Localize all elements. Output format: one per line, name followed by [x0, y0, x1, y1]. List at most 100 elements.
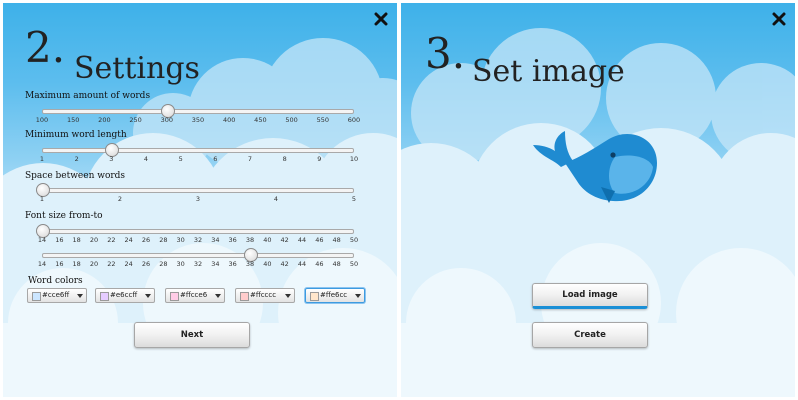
- color-picker[interactable]: #ffe6cc: [305, 288, 365, 303]
- tick-label: 26: [141, 236, 151, 244]
- tick-label: 18: [72, 236, 81, 244]
- tick-label: 38: [245, 236, 255, 244]
- tick-label: 36: [228, 260, 237, 268]
- tick-label: 500: [285, 116, 298, 124]
- tick-label: 300: [160, 116, 174, 124]
- color-swatch: [240, 292, 249, 301]
- chevron-down-icon: [77, 294, 83, 298]
- tick-label: 50: [349, 236, 359, 244]
- color-value: #ffcce6: [180, 291, 208, 299]
- chevron-down-icon: [145, 294, 151, 298]
- tick-label: 9: [317, 155, 322, 163]
- tick-label: 200: [98, 116, 111, 124]
- load-image-button[interactable]: Load image: [532, 283, 648, 309]
- tick-label: 550: [316, 116, 330, 124]
- tick-label: 22: [107, 260, 116, 268]
- color-picker[interactable]: #cce6ff: [27, 288, 87, 303]
- color-picker[interactable]: #ffcce6: [165, 288, 225, 303]
- word-colors-row: #cce6ff #e6ccff #ffcce6 #ffcccc #ffe6cc: [25, 288, 375, 304]
- tick-label: 20: [89, 260, 99, 268]
- color-swatch: [32, 292, 41, 301]
- color-picker[interactable]: #e6ccff: [95, 288, 155, 303]
- max-words-label: Maximum amount of words: [25, 91, 151, 101]
- color-value: #e6ccff: [110, 291, 138, 299]
- space-between-words-label: Space between words: [25, 171, 126, 181]
- color-value: #cce6ff: [42, 291, 70, 299]
- tick-label: 7: [247, 155, 253, 163]
- tick-label: 100: [35, 116, 49, 124]
- tick-label: 20: [89, 236, 99, 244]
- image-panel: 3. Set image Load image Create: [401, 3, 795, 397]
- tick-label: 16: [55, 260, 64, 268]
- tick-label: 22: [107, 236, 116, 244]
- tick-label: 16: [55, 236, 64, 244]
- tick-label: 5: [178, 155, 183, 163]
- tick-label: 3: [109, 155, 114, 163]
- tick-label: 44: [297, 260, 307, 268]
- tick-label: 42: [280, 236, 289, 244]
- min-word-length-ticks: 1 2 3 4 5 6 7 8 9 10: [39, 155, 358, 165]
- tick-label: 600: [347, 116, 361, 124]
- page-title: Settings: [74, 51, 200, 86]
- tick-label: 4: [143, 155, 149, 163]
- tick-label: 46: [315, 260, 324, 268]
- tick-label: 18: [72, 260, 81, 268]
- max-words-ticks: 100 150 200 250 300 350 400 450 500 550 600: [36, 116, 360, 126]
- chevron-down-icon: [285, 294, 291, 298]
- tick-label: 8: [282, 155, 287, 163]
- color-swatch: [100, 292, 109, 301]
- next-button[interactable]: Next: [134, 322, 250, 348]
- step-number: 3.: [425, 29, 466, 78]
- font-size-label: Font size from-to: [25, 211, 103, 221]
- tick-label: 36: [228, 236, 237, 244]
- tick-label: 1: [39, 155, 45, 163]
- tick-label: 40: [263, 260, 272, 268]
- color-swatch: [170, 292, 179, 301]
- tick-label: 48: [332, 236, 341, 244]
- tick-label: 40: [263, 236, 272, 244]
- page-title: Set image: [472, 54, 625, 89]
- tick-label: 5: [351, 195, 357, 203]
- tick-label: 46: [315, 236, 324, 244]
- color-swatch: [310, 292, 319, 301]
- font-size-to-ticks: 14 16 18 20 22 24 26 28 30 32 34 36 38 40 42 44 46 48 50: [38, 260, 358, 270]
- tick-label: 32: [193, 260, 203, 268]
- tick-label: 30: [176, 236, 185, 244]
- chevron-down-icon: [215, 294, 221, 298]
- step-number: 2.: [25, 23, 66, 72]
- tick-label: 42: [280, 260, 289, 268]
- color-picker[interactable]: #ffcccc: [235, 288, 295, 303]
- tick-label: 28: [159, 236, 168, 244]
- tick-label: 2: [74, 155, 79, 163]
- tick-label: 28: [159, 260, 168, 268]
- chevron-down-icon: [355, 294, 361, 298]
- tick-label: 350: [191, 116, 205, 124]
- tick-label: 6: [213, 155, 218, 163]
- word-colors-label: Word colors: [28, 276, 83, 286]
- tick-label: 150: [66, 116, 80, 124]
- tick-label: 3: [195, 195, 201, 203]
- tick-label: 50: [349, 260, 359, 268]
- tick-label: 34: [211, 236, 220, 244]
- tick-label: 450: [254, 116, 267, 124]
- tick-label: 34: [211, 260, 220, 268]
- tick-label: 48: [332, 260, 341, 268]
- tick-label: 32: [193, 236, 203, 244]
- tick-label: 44: [297, 236, 307, 244]
- tick-label: 14: [37, 236, 47, 244]
- whale-icon: [533, 131, 657, 203]
- tick-label: 400: [222, 116, 236, 124]
- tick-label: 38: [245, 260, 255, 268]
- min-word-length-label: Minimum word length: [25, 130, 127, 140]
- create-button[interactable]: Create: [532, 322, 648, 348]
- tick-label: 14: [37, 260, 47, 268]
- font-size-from-ticks: 14 16 18 20 22 24 26 28 30 32 34 36 38 40 42 44 46 48 50: [38, 236, 358, 246]
- close-icon[interactable]: [771, 11, 787, 27]
- tick-label: 26: [141, 260, 151, 268]
- close-icon[interactable]: [373, 11, 389, 27]
- color-value: #ffcccc: [250, 291, 277, 299]
- tick-label: 250: [129, 116, 142, 124]
- tick-label: 2: [117, 195, 123, 203]
- tick-label: 24: [124, 236, 133, 244]
- tick-label: 4: [273, 195, 279, 203]
